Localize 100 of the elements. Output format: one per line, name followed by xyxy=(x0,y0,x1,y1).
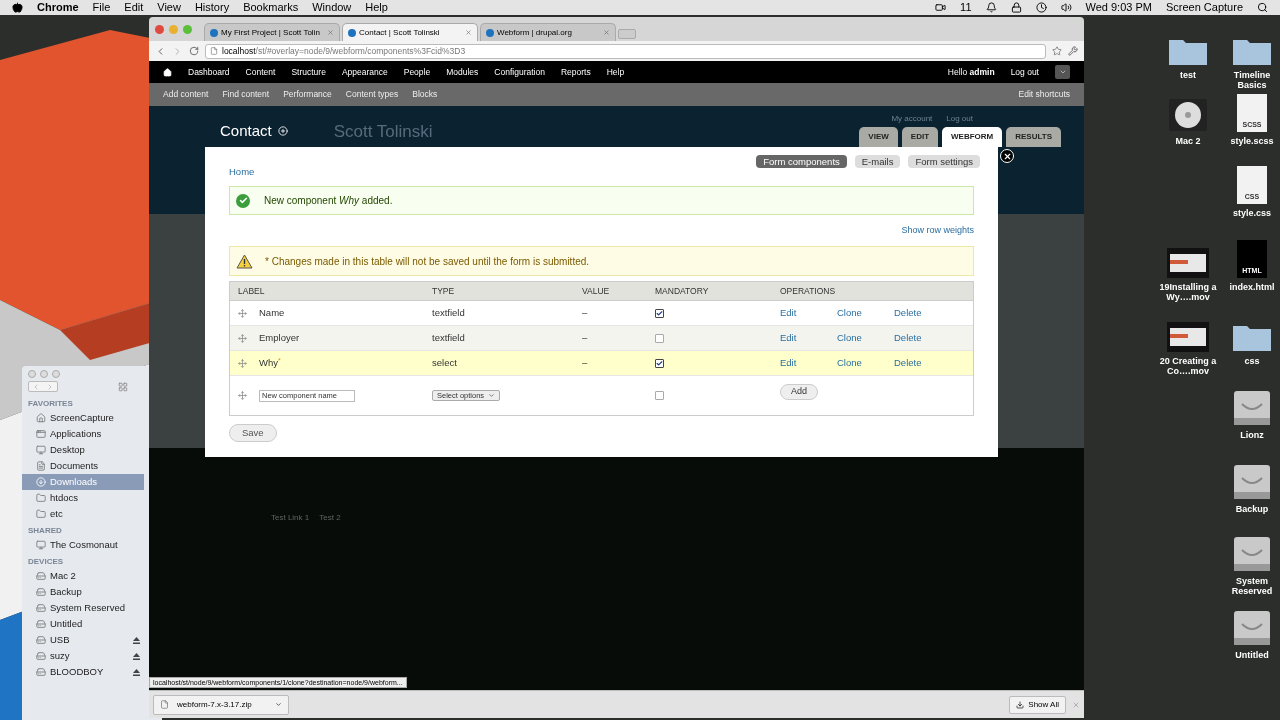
grid-view-icon[interactable] xyxy=(118,381,128,392)
edit-shortcuts-link[interactable]: Edit shortcuts xyxy=(1018,88,1070,101)
back-forward-buttons[interactable] xyxy=(28,381,58,392)
drag-handle-icon[interactable] xyxy=(238,391,247,400)
home-icon[interactable] xyxy=(163,67,172,77)
toolbar-link[interactable]: Modules xyxy=(446,65,479,79)
browser-tab[interactable]: My First Project | Scott Tolin xyxy=(204,23,340,41)
search-icon[interactable] xyxy=(1257,2,1268,13)
volume-icon[interactable] xyxy=(1060,2,1072,13)
secondary-tab[interactable]: Form components xyxy=(756,155,847,168)
close-icon[interactable] xyxy=(465,29,472,36)
user-link[interactable]: Log out xyxy=(946,113,973,125)
close-icon[interactable] xyxy=(603,29,610,36)
close-icon[interactable] xyxy=(327,29,334,36)
user-menu[interactable]: Screen Capture xyxy=(1165,0,1243,16)
lock-icon[interactable] xyxy=(1010,2,1022,13)
page-tab[interactable]: RESULTS xyxy=(1006,127,1061,147)
operation-link[interactable]: Delete xyxy=(894,305,951,321)
clock-icon[interactable] xyxy=(1035,2,1047,13)
checkbox[interactable] xyxy=(655,333,664,343)
operation-link[interactable]: Clone xyxy=(837,305,894,321)
desktop-icon[interactable]: Timeline Basics xyxy=(1222,28,1280,90)
desktop-icon[interactable]: css xyxy=(1222,314,1280,366)
settings-icon[interactable] xyxy=(1068,46,1078,56)
operation-link[interactable]: Delete xyxy=(894,330,951,346)
shortcuts-toggle[interactable] xyxy=(1055,65,1070,79)
menu-item[interactable]: Bookmarks xyxy=(243,0,299,16)
sidebar-item[interactable]: The Cosmonaut xyxy=(22,537,144,553)
download-item[interactable]: webform-7.x-3.17.zip xyxy=(153,694,289,715)
menu-item[interactable]: Edit xyxy=(124,0,144,16)
reload-icon[interactable] xyxy=(189,46,199,56)
sidebar-item[interactable]: BLOODBOY xyxy=(22,664,144,680)
new-tab-button[interactable] xyxy=(618,29,636,39)
status-indicator[interactable]: 11 xyxy=(960,0,972,16)
checkbox[interactable] xyxy=(655,391,664,400)
sidebar-item[interactable]: Applications xyxy=(22,426,144,442)
breadcrumb-link[interactable]: Home xyxy=(229,165,255,180)
desktop-icon[interactable]: 19Installing a Wy….mov xyxy=(1158,240,1218,302)
toolbar-link[interactable]: Reports xyxy=(560,65,591,79)
bookmark-star-icon[interactable] xyxy=(1052,46,1062,56)
menu-item[interactable]: Window xyxy=(312,0,352,16)
toolbar-link[interactable]: Appearance xyxy=(341,65,388,79)
desktop-icon[interactable]: Mac 2 xyxy=(1158,94,1218,146)
close-icon[interactable] xyxy=(1072,700,1080,709)
desktop-icon[interactable]: Lionz xyxy=(1222,388,1280,440)
save-button[interactable]: Save xyxy=(229,424,277,442)
secondary-tab[interactable]: Form settings xyxy=(908,155,980,168)
toolbar-link[interactable]: Dashboard xyxy=(188,65,230,79)
sidebar-item[interactable]: Untitled xyxy=(22,616,144,632)
operation-link[interactable]: Clone xyxy=(837,355,894,371)
drag-handle-icon[interactable] xyxy=(238,333,247,343)
sidebar-item[interactable]: Backup xyxy=(22,584,144,600)
row-weights-link[interactable]: Show row weights xyxy=(901,224,974,238)
shortcut-link[interactable]: Find content xyxy=(222,88,270,101)
sidebar-item[interactable]: Desktop xyxy=(22,442,144,458)
operation-link[interactable]: Edit xyxy=(780,355,837,371)
menu-item[interactable]: File xyxy=(92,0,111,16)
eject-icon[interactable] xyxy=(133,652,140,660)
desktop-icon[interactable]: 20 Creating a Co….mov xyxy=(1158,314,1218,376)
menu-item[interactable]: View xyxy=(157,0,181,16)
page-tab[interactable]: VIEW xyxy=(859,127,898,147)
address-field[interactable]: localhost/st/#overlay=node/9/webform/components%3Fcid%3D3 xyxy=(205,43,1046,59)
shortcut-link[interactable]: Performance xyxy=(283,88,332,101)
checkbox[interactable] xyxy=(655,308,664,318)
toolbar-link[interactable]: Help xyxy=(606,65,625,79)
drag-handle-icon[interactable] xyxy=(238,358,247,368)
user-link[interactable]: My account xyxy=(891,113,933,125)
page-tab[interactable]: WEBFORM xyxy=(942,127,1003,147)
sidebar-item[interactable]: etc xyxy=(22,506,144,522)
drag-handle-icon[interactable] xyxy=(238,308,247,318)
secondary-tab[interactable]: E-mails xyxy=(854,155,901,168)
logout-link[interactable]: Log out xyxy=(1010,65,1039,79)
eject-icon[interactable] xyxy=(133,636,140,644)
operation-link[interactable]: Edit xyxy=(780,330,837,346)
desktop-icon[interactable]: Untitled xyxy=(1222,608,1280,660)
browser-tab[interactable]: Webform | drupal.org xyxy=(480,23,616,41)
page-tab[interactable]: EDIT xyxy=(901,127,939,147)
operation-link[interactable]: Delete xyxy=(894,355,951,371)
shortcut-link[interactable]: Add content xyxy=(163,88,209,101)
menu-clock[interactable]: Wed 9:03 PM xyxy=(1085,0,1152,16)
menu-item[interactable]: Help xyxy=(365,0,388,16)
bell-icon[interactable] xyxy=(985,2,997,13)
sidebar-item[interactable]: suzy xyxy=(22,648,144,664)
sidebar-item[interactable]: System Reserved xyxy=(22,600,144,616)
shortcut-icon[interactable] xyxy=(277,125,288,136)
desktop-icon[interactable]: test xyxy=(1158,28,1218,80)
sidebar-item[interactable]: USB xyxy=(22,632,144,648)
menu-item[interactable]: Chrome xyxy=(37,0,79,16)
apple-icon[interactable] xyxy=(12,2,23,13)
add-button[interactable]: Add xyxy=(780,383,818,400)
toolbar-link[interactable]: Content xyxy=(245,65,276,79)
show-all-button[interactable]: Show All xyxy=(1009,695,1066,714)
video-icon[interactable] xyxy=(935,2,947,13)
sidebar-item[interactable]: htdocs xyxy=(22,490,144,506)
desktop-icon[interactable]: Backup xyxy=(1222,462,1280,514)
toolbar-link[interactable]: Structure xyxy=(291,65,326,79)
toolbar-link[interactable]: People xyxy=(403,65,431,79)
desktop-icon[interactable]: System Reserved xyxy=(1222,534,1280,596)
sidebar-item[interactable]: Mac 2 xyxy=(22,568,144,584)
browser-tab[interactable]: Contact | Scott Tolinski xyxy=(342,23,478,41)
